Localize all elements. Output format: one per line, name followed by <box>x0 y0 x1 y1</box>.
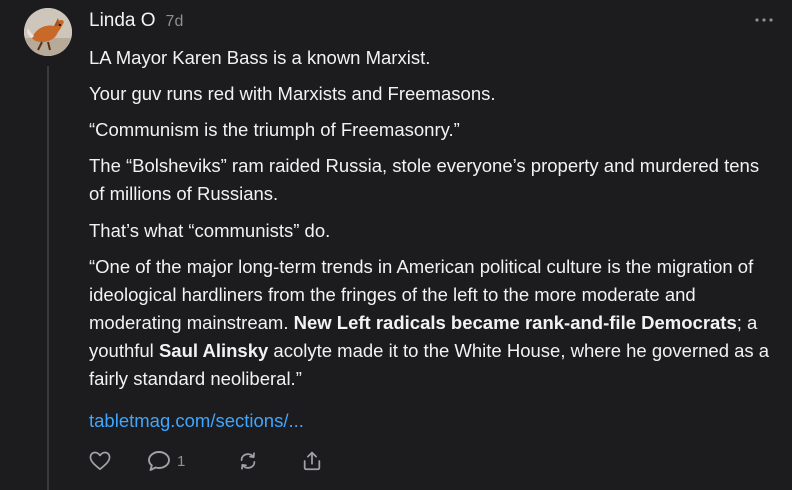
share-icon <box>303 451 321 471</box>
more-options-button[interactable] <box>752 10 776 30</box>
reply-button[interactable]: 1 <box>147 450 237 472</box>
post-body: LA Mayor Karen Bass is a known Marxist. … <box>89 44 779 435</box>
avatar[interactable] <box>24 8 72 56</box>
post-time: 7d <box>165 13 184 30</box>
quote-bold-text: New Left radicals became rank-and-file D… <box>293 312 737 333</box>
post-paragraph: That’s what “communists” do. <box>89 220 331 241</box>
author-name[interactable]: Linda O <box>89 10 156 32</box>
like-button[interactable] <box>89 451 137 471</box>
action-bar: 1 <box>89 450 341 472</box>
heart-icon <box>89 451 111 471</box>
fox-avatar-icon <box>24 8 72 56</box>
more-icon <box>755 18 773 22</box>
thread-line <box>47 66 49 490</box>
share-button[interactable] <box>301 450 341 472</box>
post-paragraph: “Communism is the triumph of Freemasonry… <box>89 119 460 140</box>
reply-count: 1 <box>177 452 186 470</box>
quote-paragraph: “One of the major long-term trends in Am… <box>89 253 779 393</box>
quote-bold-text: Saul Alinsky <box>158 340 269 361</box>
post-link[interactable]: tabletmag.com/sections/... <box>89 407 304 435</box>
post-paragraph: LA Mayor Karen Bass is a known Marxist. <box>89 47 431 68</box>
comment-icon <box>148 451 170 471</box>
repost-icon <box>240 452 256 470</box>
post-paragraph: The “Bolsheviks” ram raided Russia, stol… <box>89 155 760 204</box>
post-paragraph: Your guv runs red with Marxists and Free… <box>89 83 496 104</box>
post-header: Linda O 7d <box>89 10 183 32</box>
repost-button[interactable] <box>237 450 301 472</box>
